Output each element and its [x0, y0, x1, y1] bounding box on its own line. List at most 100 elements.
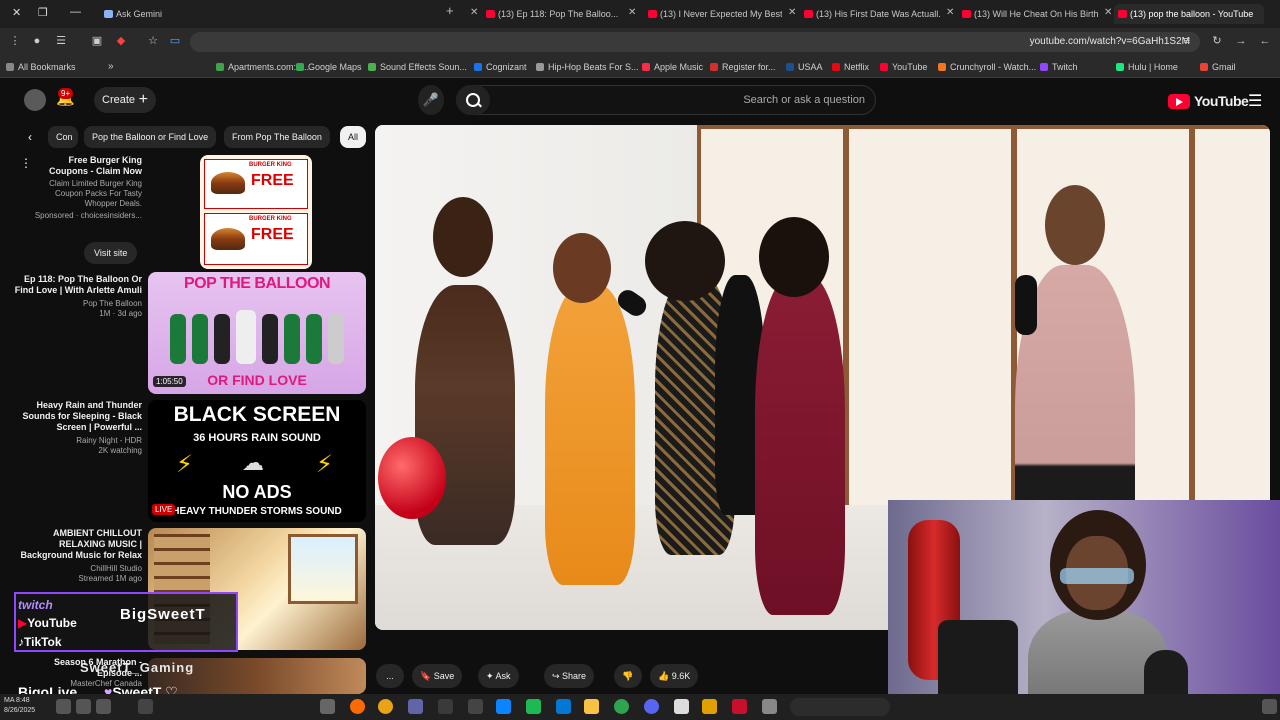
close-window-icon[interactable]: ✕	[12, 6, 21, 19]
app-icon[interactable]	[438, 699, 453, 714]
cast-icon[interactable]: ▭	[168, 34, 182, 48]
close-icon[interactable]: ✕	[470, 7, 478, 19]
browser-tab[interactable]: Ask Gemini	[100, 4, 180, 24]
chevron-left-icon[interactable]: ‹	[28, 130, 32, 144]
bookmark-item[interactable]: Google Maps	[296, 60, 362, 74]
ask-button[interactable]: ✦ Ask	[478, 664, 519, 688]
bookmark-item[interactable]: All Bookmarks	[6, 60, 76, 74]
save-button[interactable]: 🔖 Save	[412, 664, 463, 688]
reload-icon[interactable]: ↻	[1210, 34, 1224, 48]
wifi-icon[interactable]	[56, 699, 71, 714]
volume-icon[interactable]	[76, 699, 91, 714]
video-thumbnail[interactable]: POP THE BALLOON OR FIND LOVE 1:05:50	[148, 272, 366, 394]
browser-tab[interactable]: (13) Will He Cheat On His Birth...	[958, 4, 1098, 24]
bookmark-item[interactable]: Sound Effects Soun...	[368, 60, 467, 74]
minimize-icon[interactable]: —	[70, 6, 81, 18]
video-thumbnail[interactable]: BLACK SCREEN 36 HOURS RAIN SOUND ⚡ ☁ ⚡ N…	[148, 400, 366, 522]
mic-icon[interactable]: 🎤	[418, 85, 444, 115]
bookmark-item[interactable]: Gmail	[1200, 60, 1236, 74]
search-icon[interactable]	[456, 85, 490, 115]
more-actions-button[interactable]: ...	[376, 664, 404, 688]
chip-all[interactable]: All	[340, 126, 367, 148]
app-icon[interactable]	[702, 699, 717, 714]
profile-icon[interactable]: ●	[30, 34, 44, 48]
bookmark-favicon-icon	[536, 63, 544, 71]
ad-item[interactable]: ⋮ Free Burger King Coupons - Claim Now C…	[0, 152, 370, 270]
forward-icon[interactable]: →	[1234, 34, 1248, 48]
bookmark-item[interactable]: Cognizant	[474, 60, 527, 74]
bookmark-item[interactable]: Netflix	[832, 60, 869, 74]
tab-label: (13) Ep 118: Pop The Balloo...	[498, 9, 619, 19]
bookmark-item[interactable]: YouTube	[880, 60, 927, 74]
create-button[interactable]: Create +	[94, 87, 156, 113]
app-icon[interactable]	[674, 699, 689, 714]
list-item[interactable]: Heavy Rain and Thunder Sounds for Sleepi…	[0, 400, 370, 524]
bookmark-overflow-icon[interactable]: »	[96, 60, 114, 74]
chip-related[interactable]: Pop the Balloon or Find Love	[84, 126, 217, 148]
extensions-icon[interactable]: ▣	[90, 34, 104, 48]
bookmark-item[interactable]: Hip-Hop Beats For S...	[536, 60, 639, 74]
youtube-favicon-icon	[804, 10, 813, 18]
bookmark-item[interactable]: Hulu | Home	[1116, 60, 1178, 74]
app-icon[interactable]	[526, 699, 541, 714]
window-illustration	[288, 534, 358, 604]
notification-badge: 9+	[58, 88, 74, 99]
bookmark-item[interactable]: Twitch	[1040, 60, 1078, 74]
channel-name: Rainy Night - HDR	[76, 436, 142, 445]
maximize-icon[interactable]: ❐	[38, 6, 48, 19]
close-icon[interactable]: ✕	[946, 7, 954, 19]
chrome-icon[interactable]	[378, 699, 393, 714]
bookmark-item[interactable]: Apple Music	[642, 60, 703, 74]
close-icon[interactable]: ✕	[788, 7, 796, 19]
search-input[interactable]: Search or ask a question	[456, 85, 876, 115]
burger-icon	[211, 228, 245, 250]
app-icon[interactable]	[732, 699, 747, 714]
teams-icon[interactable]	[408, 699, 423, 714]
browser-tab[interactable]: (13) Ep 118: Pop The Balloo...	[482, 4, 622, 24]
youtube-play-icon: ▶	[18, 616, 28, 630]
kebab-menu-icon[interactable]: ⋮	[8, 34, 22, 48]
filter-chips: All From Pop The Balloon Pop the Balloon…	[48, 126, 368, 148]
youtube-logo[interactable]: YouTube	[1168, 91, 1249, 111]
ad-thumbnail[interactable]: BURGER KING FREE BURGER KING FREE	[200, 155, 312, 269]
browser-tab-active[interactable]: (13) pop the balloon - YouTube	[1114, 4, 1264, 24]
list-item[interactable]: Ep 118: Pop The Balloon Or Find Love | W…	[0, 272, 370, 396]
chip-from-channel[interactable]: From Pop The Balloon	[224, 126, 330, 148]
discord-icon[interactable]	[644, 699, 659, 714]
share-button[interactable]: ↪ Share	[544, 664, 595, 688]
address-bar[interactable]: youtube.com/watch?v=6GaHh1S2M	[190, 32, 1200, 52]
back-icon[interactable]: ←	[1258, 34, 1272, 48]
lightning-icon: ⚡	[176, 451, 193, 478]
mic-tray-icon[interactable]	[96, 699, 111, 714]
browser-tab[interactable]: (13) I Never Expected My Best...	[644, 4, 782, 24]
close-icon[interactable]: ✕	[1104, 7, 1112, 19]
edge-icon[interactable]	[496, 699, 511, 714]
visit-site-button[interactable]: Visit site	[84, 242, 138, 264]
app-icon[interactable]	[762, 699, 777, 714]
like-button[interactable]: 👍 9.6K	[650, 664, 699, 688]
bookmark-star-icon[interactable]: ☆	[146, 34, 160, 48]
chevron-up-icon[interactable]	[138, 699, 153, 714]
site-settings-icon[interactable]: ≡	[1180, 34, 1194, 48]
new-tab-icon[interactable]: +	[446, 4, 454, 17]
settings-icon[interactable]	[320, 699, 335, 714]
hamburger-menu-icon[interactable]: ☰	[1248, 91, 1262, 111]
avatar[interactable]	[24, 89, 46, 111]
bookmark-item[interactable]: USAA	[786, 60, 823, 74]
obs-icon[interactable]	[350, 699, 365, 714]
app-icon[interactable]	[614, 699, 629, 714]
start-icon[interactable]	[1262, 699, 1277, 714]
taskbar-search[interactable]	[790, 698, 890, 716]
close-icon[interactable]: ✕	[628, 7, 636, 19]
vscode-icon[interactable]	[556, 699, 571, 714]
chip-more[interactable]: Con	[48, 126, 78, 148]
reading-list-icon[interactable]: ☰	[54, 34, 68, 48]
bookmark-item[interactable]: Crunchyroll - Watch...	[938, 60, 1036, 74]
dislike-button[interactable]: 👎	[614, 664, 642, 688]
bookmark-item[interactable]: Register for...	[710, 60, 776, 74]
person-head	[1045, 185, 1105, 265]
app-icon[interactable]	[468, 699, 483, 714]
browser-tab[interactable]: (13) His First Date Was Actuall...	[800, 4, 940, 24]
file-explorer-icon[interactable]	[584, 699, 599, 714]
extension-icon[interactable]: ◆	[114, 34, 128, 48]
